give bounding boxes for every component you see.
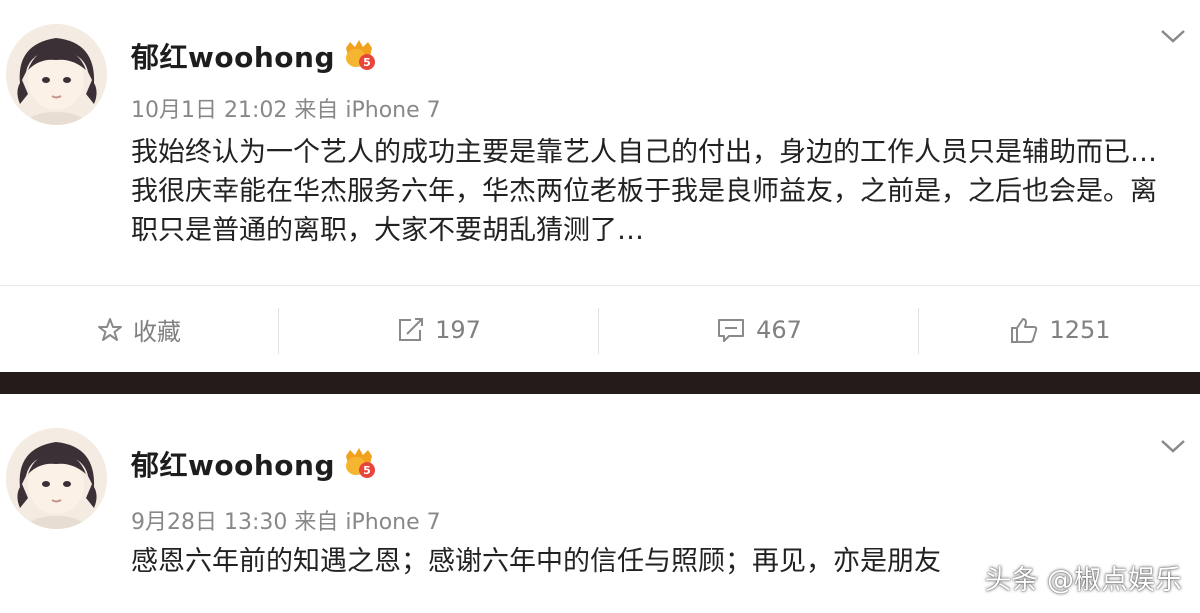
chevron-down-icon[interactable] <box>1160 438 1186 454</box>
svg-text:5: 5 <box>363 464 371 477</box>
post-meta: 9月28日 13:30 来自 iPhone 7 <box>131 510 441 535</box>
action-bar: 收藏 197 467 1251 <box>0 285 1200 373</box>
repost-button[interactable]: 197 <box>280 286 598 373</box>
thumbs-up-icon <box>1011 317 1038 343</box>
post-meta: 10月1日 21:02 来自 iPhone 7 <box>131 98 441 123</box>
like-button[interactable]: 1251 <box>920 286 1200 373</box>
avatar[interactable] <box>6 24 107 125</box>
vip-badge-icon[interactable]: 5 <box>341 446 377 480</box>
repost-count: 197 <box>435 315 481 344</box>
chevron-down-icon[interactable] <box>1160 28 1186 44</box>
star-icon <box>98 317 122 341</box>
weibo-post: 郁红woohong 5 10月1日 21:02 来自 iPhone 7 我始终认… <box>0 0 1200 372</box>
avatar[interactable] <box>6 428 107 529</box>
action-separator <box>918 308 919 354</box>
favorite-button[interactable]: 收藏 <box>0 286 278 373</box>
comment-count: 467 <box>756 315 802 344</box>
comment-icon <box>718 318 745 342</box>
svg-text:5: 5 <box>363 56 371 69</box>
action-separator <box>278 308 279 354</box>
username[interactable]: 郁红woohong <box>131 36 335 76</box>
post-divider <box>0 372 1200 394</box>
username[interactable]: 郁红woohong <box>131 444 335 484</box>
repost-icon <box>399 317 424 341</box>
action-separator <box>598 308 599 354</box>
favorite-label: 收藏 <box>133 318 181 346</box>
vip-badge-icon[interactable]: 5 <box>341 38 377 72</box>
comment-button[interactable]: 467 <box>600 286 918 373</box>
watermark: 头条 @椒点娱乐 <box>984 565 1182 596</box>
like-count: 1251 <box>1049 315 1111 344</box>
post-content: 我始终认为一个艺人的成功主要是靠艺人自己的付出，身边的工作人员只是辅助而已…我很… <box>131 137 1157 246</box>
